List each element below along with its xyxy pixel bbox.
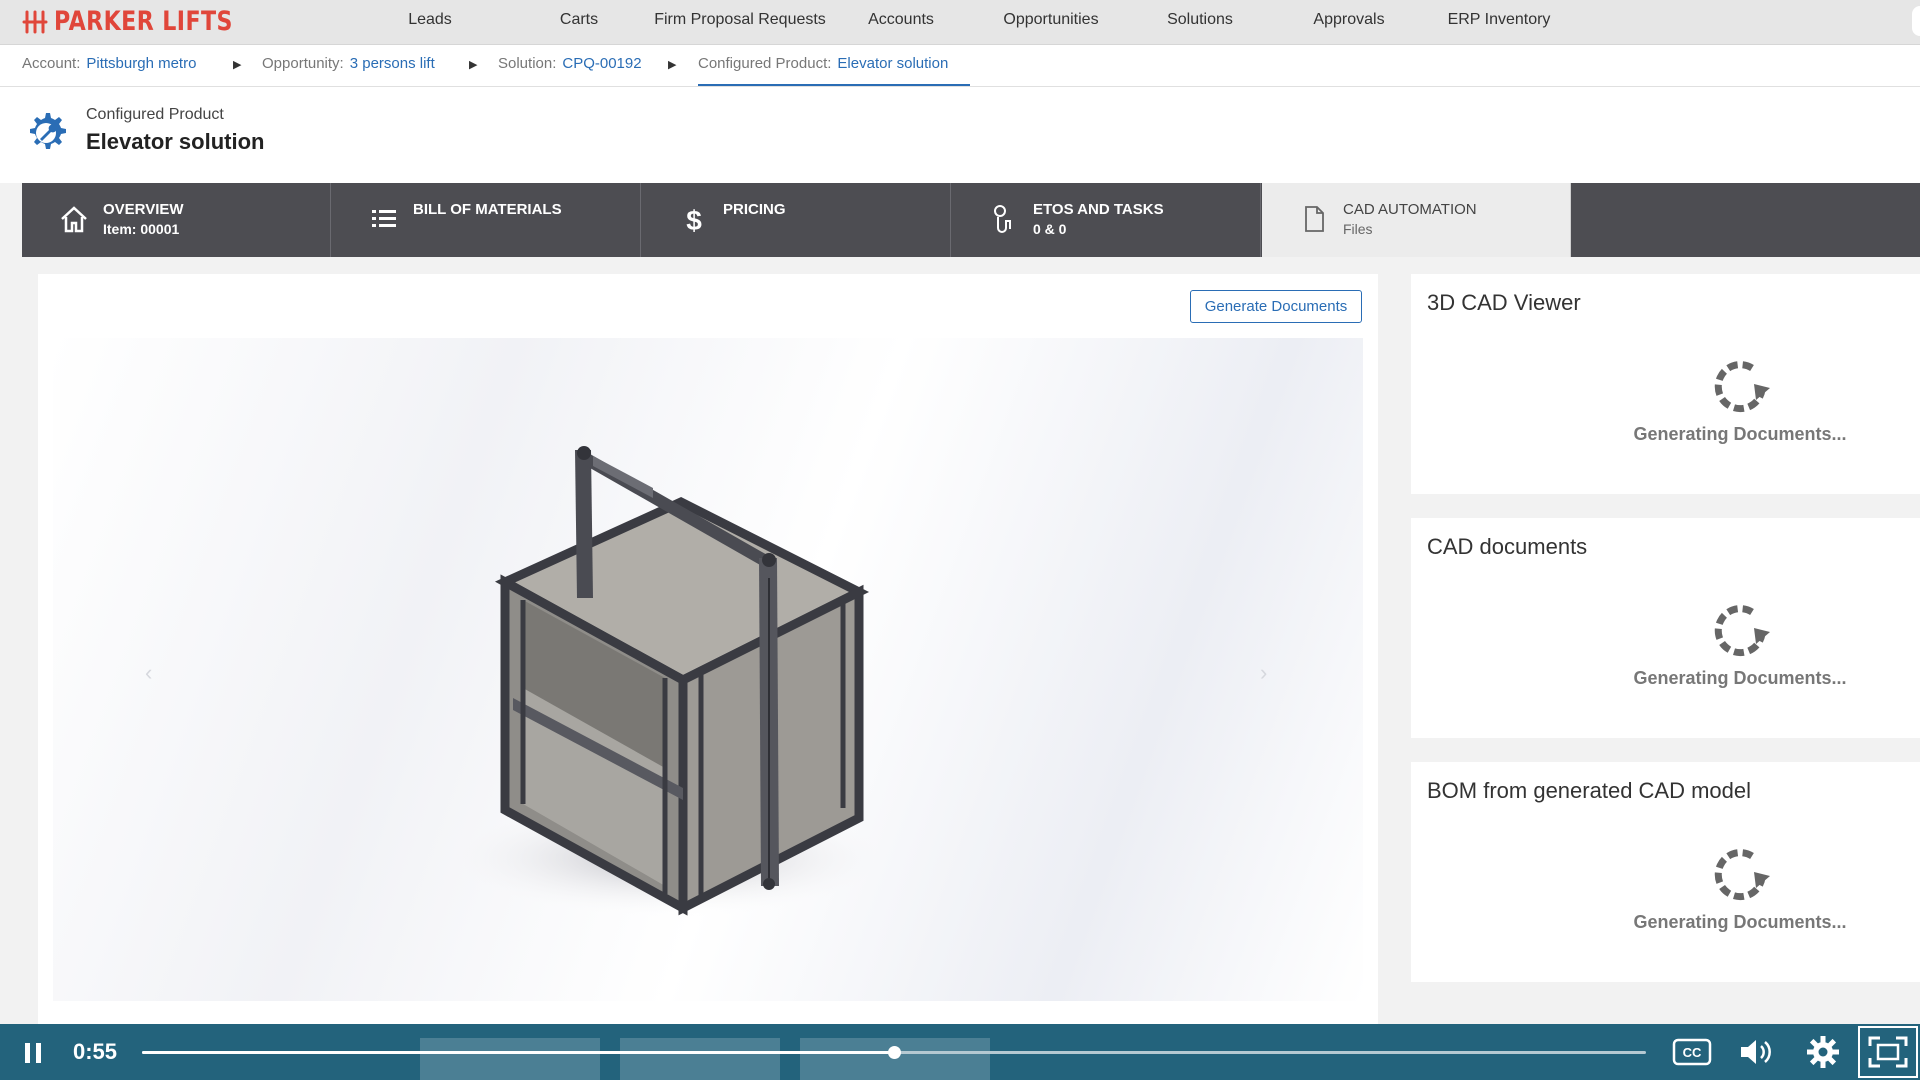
breadcrumb-account-label: Account: [22, 55, 81, 72]
brand-logo[interactable]: PARKER LIFTS [22, 6, 272, 37]
panel-3d-cad-viewer: 3D CAD Viewer Generating Documents... [1411, 274, 1920, 494]
brand-name: PARKER LIFTS [54, 6, 233, 37]
tab-cad-automation-title: CAD AUTOMATION [1343, 201, 1477, 218]
user-menu-edge[interactable] [1912, 6, 1920, 36]
dollar-icon: $ [686, 205, 702, 235]
tab-bill-of-materials-title: BILL OF MATERIALS [413, 201, 562, 218]
breadcrumb-opportunity-label: Opportunity: [262, 55, 344, 72]
breadcrumb-solution[interactable]: Solution: CPQ-00192 [498, 55, 642, 72]
cad-model-viewer[interactable]: ‹ › [53, 338, 1363, 1001]
settings-gear-icon[interactable] [1806, 1035, 1840, 1069]
loading-spinner-icon [1714, 605, 1770, 657]
breadcrumb-opportunity[interactable]: Opportunity: 3 persons lift [262, 55, 435, 72]
breadcrumb-solution-link[interactable]: CPQ-00192 [562, 55, 641, 72]
nav-item-erp-inventory[interactable]: ERP Inventory [1448, 11, 1551, 29]
tab-overview-sub: Item: 00001 [103, 221, 180, 237]
elevator-cabin-model-image [438, 446, 898, 918]
panel-bom-from-cad-model: BOM from generated CAD model Generating … [1411, 762, 1920, 982]
nav-item-leads[interactable]: Leads [408, 11, 452, 29]
breadcrumb-separator: ▶ [233, 59, 242, 71]
pause-icon[interactable] [22, 1042, 44, 1064]
breadcrumb-configured-product-link[interactable]: Elevator solution [837, 55, 948, 72]
breadcrumb-configured-product[interactable]: Configured Product: Elevator solution [698, 55, 948, 72]
breadcrumb-account-link[interactable]: Pittsburgh metro [86, 55, 196, 72]
volume-icon[interactable] [1738, 1036, 1774, 1068]
panel-title: BOM from generated CAD model [1427, 778, 1752, 803]
breadcrumb-solution-label: Solution: [498, 55, 557, 72]
video-controls-bar: 0:55 CC [0, 1024, 1920, 1080]
parker-lifts-logo-icon [22, 10, 48, 33]
nav-item-approvals[interactable]: Approvals [1313, 11, 1384, 29]
video-time: 0:55 [73, 1039, 118, 1064]
breadcrumb: Account: Pittsburgh metro ▶ Opportunity: 3… [0, 45, 1920, 87]
tab-overview-title: OVERVIEW [103, 201, 184, 218]
page-title: Elevator solution [86, 129, 265, 154]
carousel-prev-arrow[interactable]: ‹ [145, 660, 152, 686]
breadcrumb-configured-product-label: Configured Product: [698, 55, 832, 72]
tab-bill-of-materials[interactable]: BILL OF MATERIALS [332, 183, 641, 257]
tab-cad-automation-sub: Files [1343, 221, 1373, 237]
top-navigation: PARKER LIFTS Leads Carts Firm Proposal R… [0, 0, 1920, 45]
document-icon [1305, 206, 1324, 232]
svg-text:CC: CC [1683, 1045, 1702, 1060]
page-subtitle: Configured Product [86, 106, 224, 123]
loading-spinner-icon [1714, 849, 1770, 901]
breadcrumb-account[interactable]: Account: Pittsburgh metro [22, 55, 196, 72]
tab-etos-and-tasks-sub: 0 & 0 [1033, 221, 1067, 237]
generate-documents-button[interactable]: Generate Documents [1190, 290, 1362, 323]
tab-cad-automation[interactable]: CAD AUTOMATION Files [1262, 183, 1571, 257]
home-icon [61, 206, 87, 233]
tab-pricing-title: PRICING [723, 201, 786, 218]
tab-pricing[interactable]: $ PRICING [642, 183, 951, 257]
panel-cad-documents: CAD documents Generating Documents... [1411, 518, 1920, 738]
page-header: Configured Product Elevator solution [0, 87, 1920, 183]
tab-etos-and-tasks-title: ETOS AND TASKS [1033, 201, 1164, 218]
breadcrumb-active-indicator [698, 84, 970, 86]
panel-status: Generating Documents... [1633, 668, 1847, 688]
panel-status: Generating Documents... [1633, 424, 1847, 444]
gear-wrench-icon [30, 113, 66, 149]
video-thumbnail-strip [420, 1038, 990, 1080]
nav-item-accounts[interactable]: Accounts [868, 11, 934, 29]
breadcrumb-separator: ▶ [668, 59, 677, 71]
panel-title: CAD documents [1427, 534, 1588, 559]
nav-item-firm-proposal-requests[interactable]: Firm Proposal Requests [654, 11, 826, 29]
loading-spinner-icon [1714, 361, 1770, 413]
video-progress-track[interactable] [142, 1046, 1646, 1059]
video-scrubber-handle[interactable] [888, 1046, 901, 1059]
fullscreen-icon [1868, 1036, 1908, 1068]
panel-status: Generating Documents... [1633, 912, 1847, 932]
breadcrumb-separator: ▶ [469, 59, 478, 71]
video-progress-fill [142, 1051, 894, 1054]
tab-bar: OVERVIEW Item: 00001 BILL OF MATERIALS $… [22, 183, 1920, 257]
list-icon [372, 210, 396, 227]
svg-text:$: $ [686, 205, 702, 235]
tasks-icon [994, 205, 1011, 233]
tab-etos-and-tasks[interactable]: ETOS AND TASKS 0 & 0 [952, 183, 1261, 257]
closed-captions-icon[interactable]: CC [1672, 1038, 1712, 1066]
nav-item-opportunities[interactable]: Opportunities [1003, 11, 1098, 29]
nav-item-carts[interactable]: Carts [560, 11, 598, 29]
panel-title: 3D CAD Viewer [1427, 290, 1581, 315]
tab-overview[interactable]: OVERVIEW Item: 00001 [22, 183, 331, 257]
carousel-next-arrow[interactable]: › [1260, 660, 1267, 686]
nav-item-solutions[interactable]: Solutions [1167, 11, 1233, 29]
fullscreen-button[interactable] [1858, 1026, 1918, 1078]
breadcrumb-opportunity-link[interactable]: 3 persons lift [350, 55, 435, 72]
